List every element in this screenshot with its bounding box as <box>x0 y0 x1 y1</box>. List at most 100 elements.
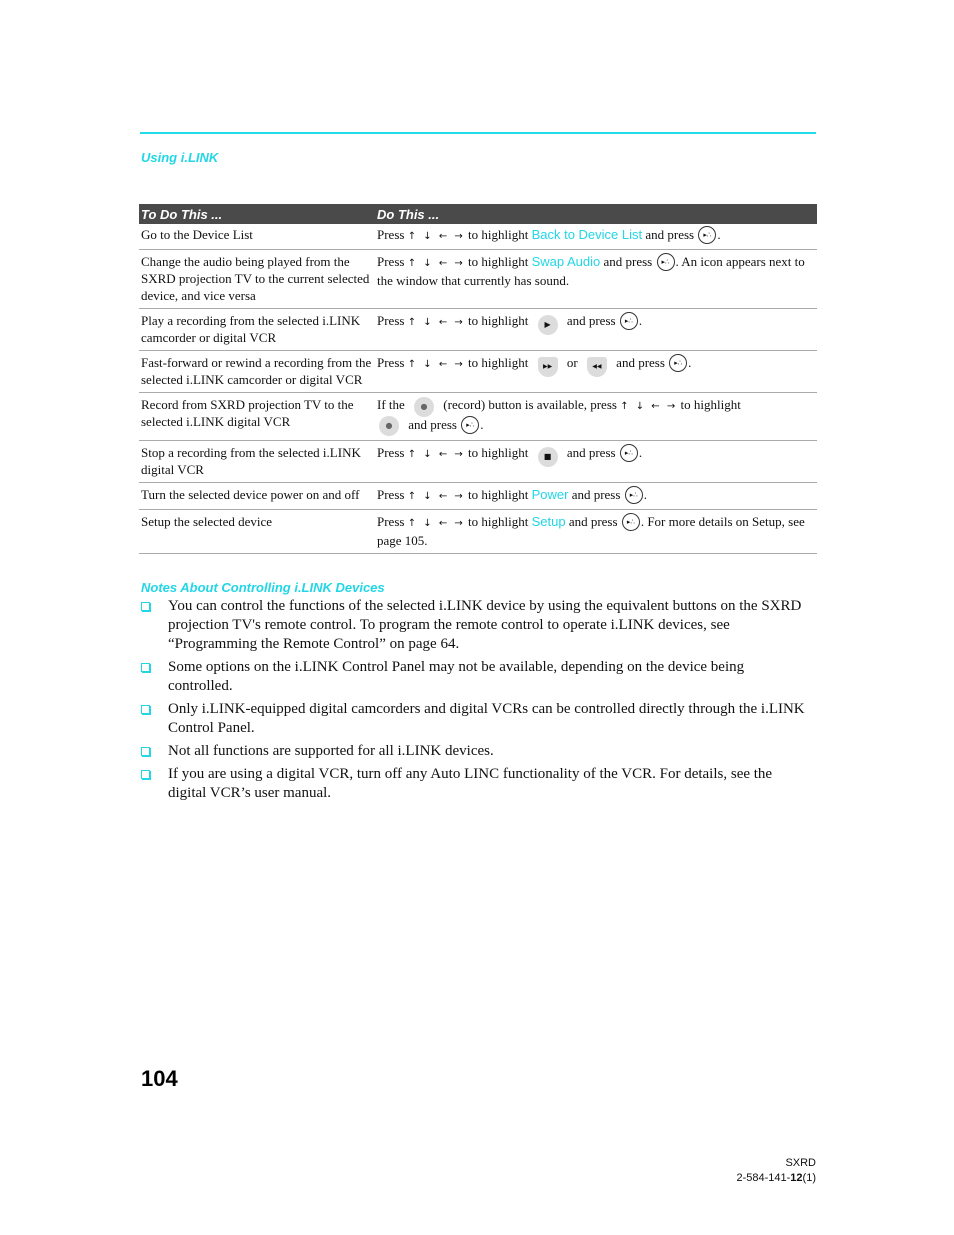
note-text: Only i.LINK-equipped digital camcorders … <box>168 701 805 736</box>
action-text: and press <box>645 227 695 242</box>
enter-button-icon: ▸∴ <box>669 354 688 373</box>
action-cell: Press ↑ ↓ ← → to highlight ▶▶ or ◀◀ and … <box>375 350 817 394</box>
arrow-keys-icon: ↑ ↓ ← → <box>407 317 465 329</box>
action-text: to highlight <box>468 355 529 371</box>
table-row: Setup the selected device Press ↑ ↓ ← → … <box>139 509 817 555</box>
note-text: If you are using a digital VCR, turn off… <box>168 766 773 801</box>
table-row: Go to the Device List Press ↑ ↓ ← → to h… <box>139 224 817 251</box>
menu-option-highlight: Back to Device List <box>531 227 643 242</box>
list-item: Not all functions are supported for all … <box>140 742 810 761</box>
action-cell: Press ↑ ↓ ← → to highlight Back to Devic… <box>375 224 817 251</box>
action-text: and press <box>566 445 616 461</box>
task-cell: Play a recording from the selected i.LIN… <box>139 308 375 352</box>
menu-option-highlight: Swap Audio <box>531 254 601 270</box>
menu-option-highlight: Setup <box>531 514 566 530</box>
action-text: and press <box>568 514 618 530</box>
table-row: Turn the selected device power on and of… <box>139 482 817 511</box>
table-row: Record from SXRD projection TV to the se… <box>139 392 817 442</box>
enter-button-icon: ▸∴ <box>619 312 638 331</box>
task-cell: Change the audio being played from the S… <box>139 249 375 310</box>
action-text: and press <box>603 254 653 270</box>
record-icon: ● <box>414 397 435 418</box>
action-text: Press <box>377 254 405 270</box>
task-cell: Fast-forward or rewind a recording from … <box>139 350 375 394</box>
note-text: Some options on the i.LINK Control Panel… <box>168 659 745 694</box>
action-text: . <box>688 355 692 371</box>
list-item: If you are using a digital VCR, turn off… <box>140 765 810 803</box>
action-text: Press <box>377 355 405 371</box>
action-text: Press <box>377 227 405 242</box>
action-text: . <box>643 487 647 503</box>
list-item: Some options on the i.LINK Control Panel… <box>140 658 810 696</box>
action-text: to highlight <box>468 487 529 503</box>
action-text: . <box>717 227 721 242</box>
action-text: (record) button is available, press <box>443 397 617 413</box>
table-row: Play a recording from the selected i.LIN… <box>139 308 817 352</box>
note-text: Not all functions are supported for all … <box>168 743 494 759</box>
enter-button-icon: ▸∴ <box>621 513 640 532</box>
play-icon: ▶ <box>537 315 558 336</box>
enter-button-icon: ▸∴ <box>461 416 480 435</box>
task-cell: Setup the selected device <box>139 509 375 555</box>
doc-code-suffix: (1) <box>802 1172 816 1184</box>
arrow-keys-icon: ↑ ↓ ← → <box>407 231 465 242</box>
fast-forward-icon: ▶▶ <box>537 357 558 378</box>
action-cell: Press ↑ ↓ ← → to highlight ▶ and press ▸… <box>375 308 817 352</box>
task-cell: Stop a recording from the selected i.LIN… <box>139 440 375 484</box>
page-number: 104 <box>141 1066 178 1091</box>
action-text: Press <box>377 445 405 461</box>
action-text: . <box>638 445 643 461</box>
action-text: and press <box>571 487 621 503</box>
action-text: to highlight <box>468 313 529 329</box>
action-text: or <box>566 355 578 371</box>
doc-code-prefix: 2-584-141- <box>736 1172 791 1184</box>
table-row: Stop a recording from the selected i.LIN… <box>139 440 817 484</box>
table-header-row: To Do This ... Do This ... <box>139 204 817 224</box>
arrow-keys-icon: ↑ ↓ ← → <box>407 359 465 371</box>
arrow-keys-icon: ↑ ↓ ← → <box>407 258 465 270</box>
task-cell: Turn the selected device power on and of… <box>139 482 375 511</box>
arrow-keys-icon: ↑ ↓ ← → <box>407 449 465 461</box>
footer-doc-info: SXRD 2-584-141-12(1) <box>736 1156 816 1186</box>
checkbox-bullet-icon <box>141 747 150 756</box>
note-text: You can control the functions of the sel… <box>168 598 802 652</box>
menu-option-highlight: Power <box>531 487 569 503</box>
action-text: to highlight <box>468 227 529 242</box>
action-text: to highlight <box>468 514 529 530</box>
model-name: SXRD <box>785 1157 816 1169</box>
arrow-keys-icon: ↑ ↓ ← → <box>620 401 678 413</box>
enter-button-icon: ▸∴ <box>624 486 643 505</box>
top-rule <box>140 132 816 134</box>
checkbox-bullet-icon <box>141 770 150 779</box>
action-text: . <box>638 313 643 329</box>
action-text: to highlight <box>468 445 529 461</box>
action-text: . <box>480 417 484 433</box>
action-text: Press <box>377 514 405 530</box>
arrow-keys-icon: ↑ ↓ ← → <box>407 491 465 503</box>
task-cell: Go to the Device List <box>139 224 375 251</box>
notes-list: You can control the functions of the sel… <box>140 597 810 807</box>
notes-title: Notes About Controlling i.LINK Devices <box>141 580 385 595</box>
section-title: Using i.LINK <box>141 150 219 165</box>
column-header-action: Do This ... <box>375 204 817 224</box>
action-cell: Press ↑ ↓ ← → to highlight Swap Audio an… <box>375 249 817 310</box>
record-icon: ● <box>379 416 399 437</box>
list-item: Only i.LINK-equipped digital camcorders … <box>140 700 810 738</box>
action-text: and press <box>616 355 665 371</box>
checkbox-bullet-icon <box>141 663 150 672</box>
document-code: 2-584-141-12(1) <box>736 1171 816 1186</box>
doc-code-revision: 12 <box>790 1172 803 1184</box>
column-header-task: To Do This ... <box>139 204 375 224</box>
enter-button-icon: ▸∴ <box>619 444 638 463</box>
action-text: to highlight <box>468 254 529 270</box>
checkbox-bullet-icon <box>141 602 150 611</box>
enter-button-icon: ▸∴ <box>698 226 717 245</box>
table-row: Fast-forward or rewind a recording from … <box>139 350 817 394</box>
action-text: Press <box>377 487 405 503</box>
stop-icon: ■ <box>537 447 558 468</box>
action-text: and press <box>408 417 457 433</box>
enter-button-icon: ▸∴ <box>656 253 675 272</box>
action-text: to highlight <box>680 397 741 413</box>
checkbox-bullet-icon <box>141 705 150 714</box>
action-cell: Press ↑ ↓ ← → to highlight ■ and press ▸… <box>375 440 817 484</box>
